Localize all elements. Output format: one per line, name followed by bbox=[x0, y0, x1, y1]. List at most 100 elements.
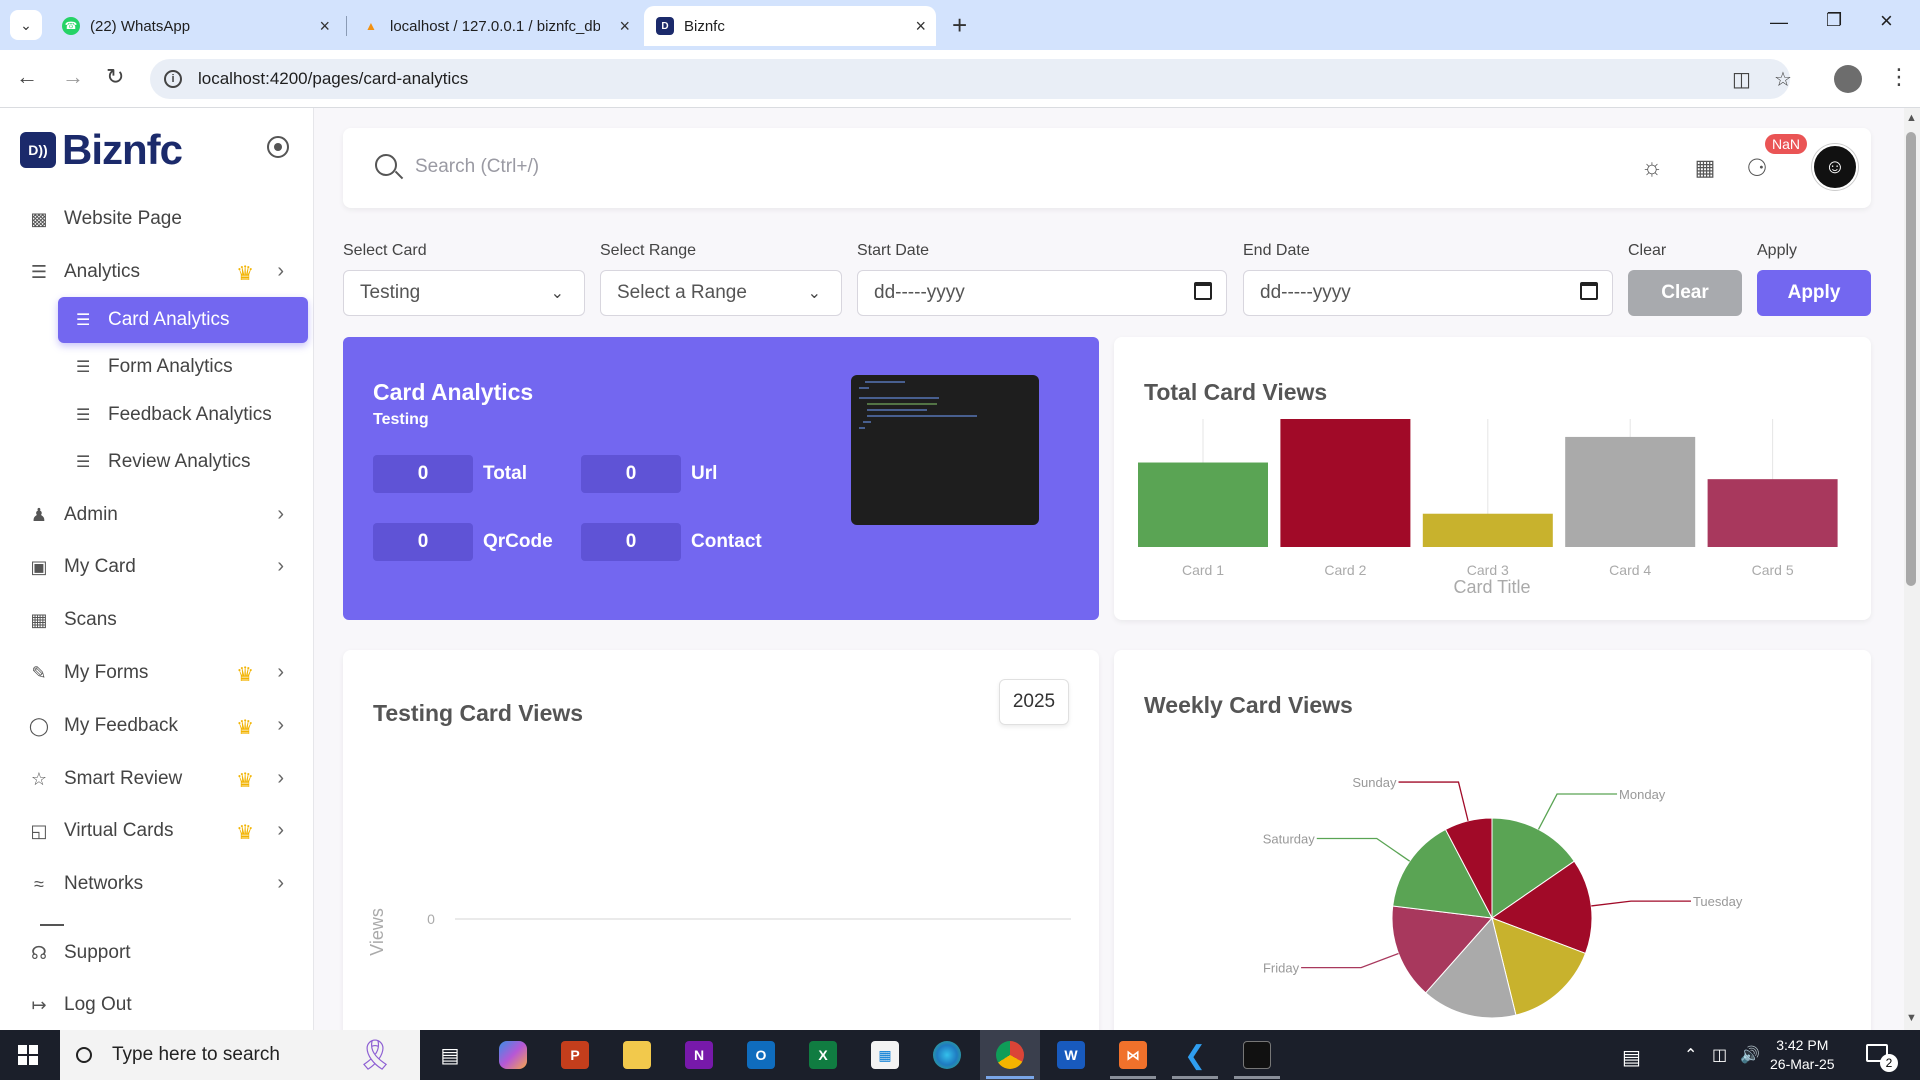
theme-sun-icon[interactable]: ☼ bbox=[1636, 152, 1668, 184]
sidebar-item-form-analytics[interactable]: ☰ Form Analytics bbox=[58, 344, 308, 390]
scroll-down-arrow[interactable]: ▼ bbox=[1906, 1012, 1917, 1024]
onenote-icon[interactable]: N bbox=[685, 1041, 713, 1069]
notification-badge: NaN bbox=[1765, 134, 1808, 154]
forward-icon[interactable]: → bbox=[62, 64, 84, 90]
phpmyadmin-icon: ▲ bbox=[365, 19, 377, 33]
search-input[interactable]: Search (Ctrl+/) bbox=[415, 156, 539, 178]
sidebar-item-admin[interactable]: ♟ Admin › bbox=[28, 494, 298, 536]
outlook-icon[interactable]: O bbox=[747, 1041, 775, 1069]
close-tab-icon[interactable]: × bbox=[319, 16, 330, 37]
brand-logo[interactable]: D)) Biznfc bbox=[20, 126, 183, 174]
sidebar-item-virtual-cards[interactable]: ◱ Virtual Cards ♛ › bbox=[28, 810, 298, 852]
awareness-ribbon-icon[interactable]: 🎗 bbox=[356, 1038, 394, 1073]
copilot-icon[interactable] bbox=[499, 1041, 527, 1069]
minimize-icon[interactable]: — bbox=[1770, 12, 1788, 33]
sidebar-item-analytics[interactable]: ☰ Analytics ♛ › bbox=[28, 251, 298, 293]
tab-whatsapp[interactable]: ☎ (22) WhatsApp × bbox=[50, 6, 340, 46]
store-icon[interactable]: ▦ bbox=[871, 1041, 899, 1069]
edge-icon[interactable] bbox=[933, 1041, 961, 1069]
system-clock[interactable]: 3:42 PM 26-Mar-25 bbox=[1770, 1036, 1835, 1074]
network-icon[interactable]: ◫ bbox=[1712, 1045, 1727, 1065]
bell-icon[interactable]: ⚆ bbox=[1741, 152, 1773, 184]
volume-icon[interactable]: 🔊 bbox=[1740, 1045, 1760, 1065]
scroll-up-arrow[interactable]: ▲ bbox=[1906, 112, 1917, 124]
sidebar-item-networks[interactable]: ≈ Networks › bbox=[28, 863, 298, 905]
install-app-icon[interactable]: ◫ bbox=[1732, 67, 1751, 92]
search-icon[interactable] bbox=[375, 154, 397, 176]
end-date-input[interactable]: dd-----yyyy bbox=[1243, 270, 1613, 316]
user-avatar[interactable]: ☺ bbox=[1812, 144, 1858, 190]
sidebar-item-scans[interactable]: ▦ Scans bbox=[28, 599, 298, 641]
sidebar-item-feedback-analytics[interactable]: ☰ Feedback Analytics bbox=[58, 392, 308, 438]
bar-1[interactable] bbox=[1138, 462, 1268, 547]
task-view-icon[interactable]: ▤ bbox=[436, 1041, 464, 1069]
weekly-views-pie-chart: Monday Tuesday Friday Saturday Sunday bbox=[1263, 775, 1743, 1019]
reload-icon[interactable]: ↻ bbox=[106, 64, 124, 90]
sidebar-toggle-icon[interactable] bbox=[267, 136, 289, 158]
profile-avatar[interactable] bbox=[1834, 65, 1862, 93]
tray-overflow-icon[interactable]: ⌃ bbox=[1684, 1045, 1697, 1065]
file-explorer-icon[interactable] bbox=[623, 1041, 651, 1069]
close-window-icon[interactable]: × bbox=[1880, 8, 1893, 34]
tab-separator bbox=[346, 16, 347, 36]
clear-button[interactable]: Clear bbox=[1628, 270, 1742, 316]
chart-icon: ☰ bbox=[30, 261, 48, 282]
sidebar-item-review-analytics[interactable]: ☰ Review Analytics bbox=[58, 439, 308, 485]
stat-contact-label: Contact bbox=[691, 531, 762, 552]
terminal-icon[interactable] bbox=[1243, 1041, 1271, 1069]
pie-label: Sunday bbox=[1352, 775, 1397, 790]
sidebar-item-label: Virtual Cards bbox=[64, 820, 174, 841]
back-icon[interactable]: ← bbox=[16, 64, 38, 90]
tab-phpmyadmin[interactable]: ▲ localhost / 127.0.0.1 / biznfc_db × bbox=[350, 6, 640, 46]
select-range-dropdown[interactable]: Select a Range ⌄ bbox=[600, 270, 842, 316]
url-field[interactable]: i localhost:4200/pages/card-analytics ◫ … bbox=[150, 59, 1792, 99]
start-date-input[interactable]: dd-----yyyy bbox=[857, 270, 1227, 316]
tab-search-button[interactable]: ⌄ bbox=[10, 10, 42, 40]
chrome-icon[interactable] bbox=[996, 1041, 1024, 1069]
sidebar-item-label: Card Analytics bbox=[108, 309, 230, 330]
page-scrollbar-thumb[interactable] bbox=[1906, 132, 1916, 586]
tab-title: localhost / 127.0.0.1 / biznfc_db bbox=[390, 17, 600, 35]
close-tab-icon[interactable]: × bbox=[619, 16, 630, 37]
sidebar-item-website-page[interactable]: ▩ Website Page bbox=[28, 198, 298, 240]
browser-tab-bar: ⌄ ☎ (22) WhatsApp × ▲ localhost / 127.0.… bbox=[0, 0, 1920, 50]
xampp-icon[interactable]: ⋈ bbox=[1119, 1041, 1147, 1069]
new-tab-button[interactable]: + bbox=[952, 10, 967, 41]
sidebar-item-my-card[interactable]: ▣ My Card › bbox=[28, 546, 298, 588]
browser-menu-icon[interactable]: ⋮ bbox=[1888, 64, 1910, 90]
news-widget-icon[interactable]: ▤ bbox=[1622, 1045, 1641, 1070]
apply-button[interactable]: Apply bbox=[1757, 270, 1871, 316]
pie-label-leader bbox=[1398, 781, 1469, 822]
bookmark-star-icon[interactable]: ☆ bbox=[1774, 67, 1792, 92]
stat-url-value: 0 bbox=[581, 455, 681, 493]
sidebar-item-my-feedback[interactable]: ◯ My Feedback ♛ › bbox=[28, 705, 298, 747]
restore-icon[interactable]: ❐ bbox=[1826, 10, 1842, 31]
windows-start-icon[interactable] bbox=[18, 1045, 38, 1065]
bar-3[interactable] bbox=[1422, 513, 1553, 547]
shortcuts-grid-icon[interactable]: ▦ bbox=[1689, 152, 1721, 184]
sidebar-item-log-out[interactable]: ↦ Log Out bbox=[28, 984, 298, 1026]
powerpoint-icon[interactable]: P bbox=[561, 1041, 589, 1069]
close-tab-icon[interactable]: × bbox=[915, 16, 926, 37]
word-icon[interactable]: W bbox=[1057, 1041, 1085, 1069]
sidebar-item-support[interactable]: ☊ Support bbox=[28, 932, 298, 974]
calendar-icon[interactable] bbox=[1194, 282, 1212, 300]
windows-taskbar: Type here to search 🎗 ▤ P N O X ▦ W ⋈ ❮ … bbox=[0, 1030, 1920, 1080]
sidebar-item-card-analytics[interactable]: ☰ Card Analytics bbox=[58, 297, 308, 343]
tab-biznfc[interactable]: D Biznfc × bbox=[644, 6, 936, 46]
sidebar-item-my-forms[interactable]: ✎ My Forms ♛ › bbox=[28, 652, 298, 694]
pie-label: Monday bbox=[1619, 787, 1666, 802]
sidebar-divider bbox=[40, 924, 64, 926]
sidebar-item-label: Website Page bbox=[64, 208, 182, 229]
select-card-dropdown[interactable]: Testing ⌄ bbox=[343, 270, 585, 316]
bar-5[interactable] bbox=[1707, 479, 1838, 547]
sidebar-item-smart-review[interactable]: ☆ Smart Review ♛ › bbox=[28, 758, 298, 800]
bar-4[interactable] bbox=[1565, 436, 1696, 547]
vscode-icon[interactable]: ❮ bbox=[1181, 1040, 1209, 1070]
excel-icon[interactable]: X bbox=[809, 1041, 837, 1069]
bar-2[interactable] bbox=[1280, 419, 1411, 547]
logout-icon: ↦ bbox=[31, 994, 47, 1015]
site-info-icon[interactable]: i bbox=[164, 70, 182, 88]
calendar-icon[interactable] bbox=[1580, 282, 1598, 300]
star-icon: ☆ bbox=[30, 768, 48, 789]
